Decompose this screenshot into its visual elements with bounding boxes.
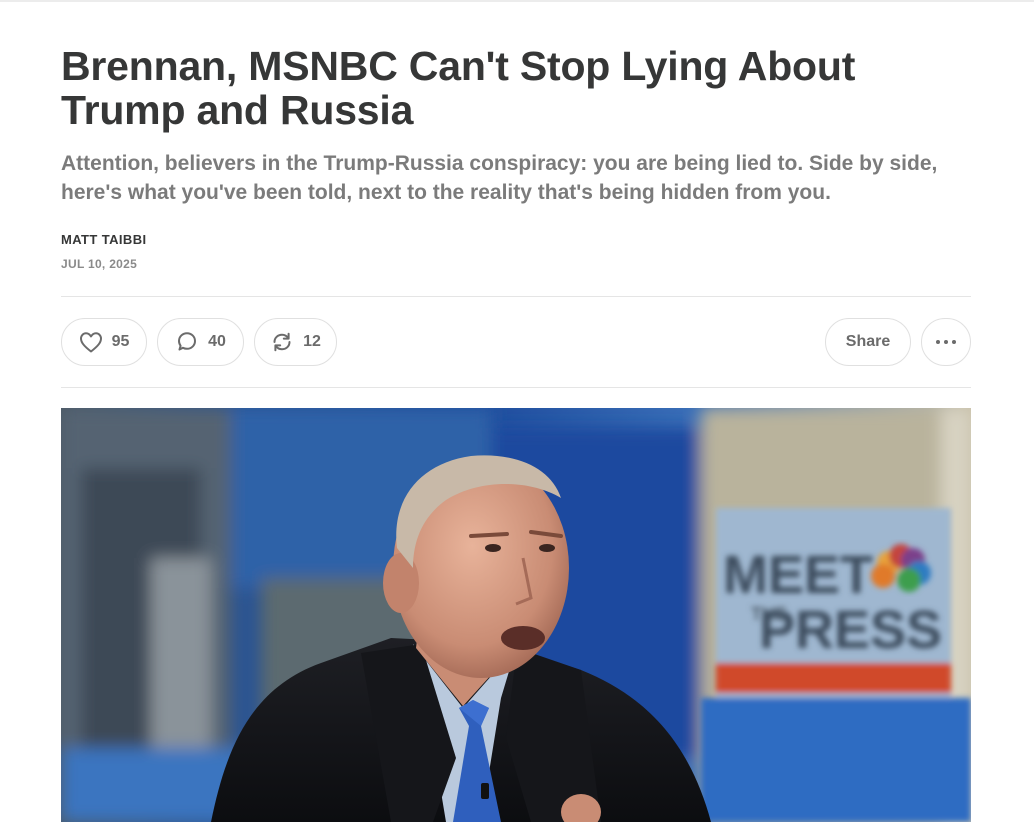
comment-bubble-icon xyxy=(175,330,199,354)
heart-icon xyxy=(79,331,103,353)
hero-image[interactable]: MEET THE PRESS xyxy=(61,408,971,822)
post-date: JUL 10, 2025 xyxy=(61,257,138,271)
like-button[interactable]: 95 xyxy=(61,318,147,366)
post-subtitle: Attention, believers in the Trump-Russia… xyxy=(61,152,938,204)
restack-arrows-icon xyxy=(270,330,294,354)
author-link[interactable]: MATT TAIBBI xyxy=(61,232,147,247)
post-title: Brennan, MSNBC Can't Stop Lying About Tr… xyxy=(61,43,856,133)
divider xyxy=(61,296,971,297)
ellipsis-icon xyxy=(935,339,957,345)
comment-button[interactable]: 40 xyxy=(157,318,244,366)
share-label: Share xyxy=(845,333,891,350)
like-count: 95 xyxy=(111,333,130,350)
top-divider xyxy=(0,0,1034,2)
sign-press-text: PRESS xyxy=(759,600,942,660)
restack-button[interactable]: 12 xyxy=(254,318,337,366)
comment-count: 40 xyxy=(208,333,226,350)
restack-count: 12 xyxy=(303,333,321,350)
more-options-button[interactable] xyxy=(921,318,971,366)
share-button[interactable]: Share xyxy=(825,318,911,366)
divider xyxy=(61,387,971,388)
sign-meet-text: MEET xyxy=(723,545,873,605)
